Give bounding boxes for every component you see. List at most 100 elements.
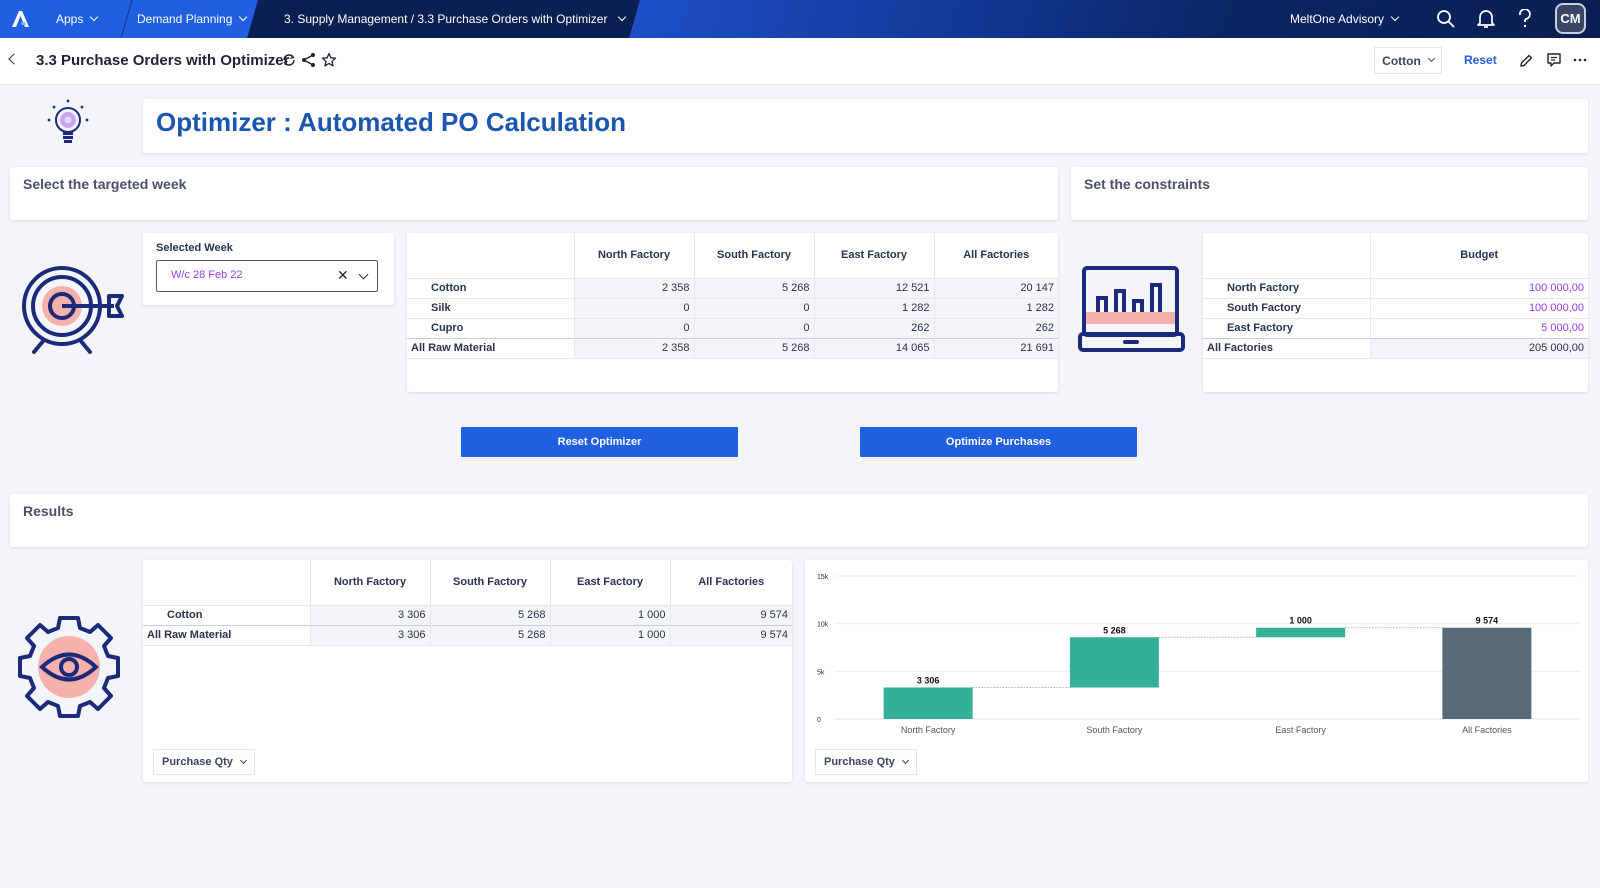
- table-cell[interactable]: 0: [573, 297, 694, 318]
- workspace-menu[interactable]: MeltOne Advisory: [1290, 0, 1400, 38]
- table-cell[interactable]: 1 282: [933, 297, 1058, 318]
- table-cell[interactable]: 3 306: [309, 624, 430, 646]
- cotton-filter-select[interactable]: Cotton: [1374, 47, 1442, 74]
- clear-icon[interactable]: ✕: [337, 267, 349, 284]
- table-cell[interactable]: 2 358: [573, 337, 694, 359]
- column-header: Budget: [1369, 233, 1588, 278]
- table-cell[interactable]: 0: [693, 317, 814, 338]
- banner-title: Optimizer : Automated PO Calculation: [156, 107, 626, 137]
- table-cell[interactable]: 3 306: [309, 604, 430, 625]
- row-label: Silk: [407, 297, 574, 318]
- selected-week-select[interactable]: W/c 28 Feb 22 ✕: [156, 260, 378, 292]
- table-row: South Factory 100 000,00: [1203, 297, 1588, 318]
- table-cell[interactable]: 21 691: [933, 337, 1058, 359]
- target-icon: [22, 266, 124, 354]
- target-week-section: Select the targeted week: [10, 167, 1058, 220]
- target-week-title: Select the targeted week: [23, 176, 187, 192]
- y-tick-label: 0: [817, 717, 821, 724]
- refresh-icon[interactable]: [281, 52, 297, 68]
- results-measure-dropdown[interactable]: Purchase Qty: [153, 749, 255, 775]
- selected-week-card: Selected Week W/c 28 Feb 22 ✕: [143, 233, 394, 305]
- table-cell[interactable]: 262: [813, 317, 934, 338]
- apps-menu[interactable]: Apps: [56, 0, 99, 38]
- chevron-down-icon: [618, 12, 627, 22]
- share-icon[interactable]: [301, 52, 317, 68]
- table-cell[interactable]: 0: [573, 317, 694, 338]
- budget-input-cell[interactable]: 100 000,00: [1369, 277, 1588, 298]
- lightbulb-gear-icon: [47, 99, 89, 143]
- bar: [1256, 627, 1346, 638]
- data-label: 3 306: [917, 675, 940, 685]
- chart-measure-dropdown[interactable]: Purchase Qty: [815, 749, 917, 775]
- row-label: All Factories: [1203, 337, 1370, 359]
- table-cell[interactable]: 12 521: [813, 277, 934, 298]
- table-row: Cupro 0 0 262 262: [407, 317, 1058, 338]
- table-cell[interactable]: 205 000,00: [1369, 337, 1588, 359]
- demand-table: North Factory South Factory East Factory…: [407, 233, 1058, 359]
- table-cell[interactable]: 5 268: [429, 624, 550, 646]
- back-chevron-icon[interactable]: [8, 53, 20, 65]
- column-header: South Factory: [693, 233, 814, 278]
- breadcrumb-menu[interactable]: 3. Supply Management / 3.3 Purchase Orde…: [284, 0, 627, 38]
- row-label: North Factory: [1203, 277, 1370, 298]
- column-header: [1203, 233, 1370, 278]
- anaplan-logo-icon[interactable]: [10, 9, 30, 29]
- column-header: North Factory: [309, 560, 430, 605]
- bar: [1069, 637, 1159, 688]
- budget-input-cell[interactable]: 100 000,00: [1369, 297, 1588, 318]
- table-cell[interactable]: 1 282: [813, 297, 934, 318]
- measure-dropdown-value: Purchase Qty: [162, 756, 233, 768]
- y-tick-label: 10k: [817, 622, 829, 629]
- help-icon[interactable]: [1518, 9, 1532, 29]
- star-icon[interactable]: [321, 52, 337, 68]
- chevron-down-icon: [1390, 12, 1400, 22]
- x-tick-label: North Factory: [901, 725, 956, 735]
- search-icon[interactable]: [1436, 9, 1456, 29]
- chevron-down-icon: [1427, 54, 1435, 63]
- table-cell[interactable]: 9 574: [669, 604, 792, 625]
- comment-icon[interactable]: [1546, 52, 1562, 68]
- table-cell[interactable]: 2 358: [573, 277, 694, 298]
- reset-optimizer-button[interactable]: Reset Optimizer: [461, 427, 738, 457]
- demand-planning-menu[interactable]: Demand Planning: [137, 0, 248, 38]
- data-label: 9 574: [1476, 616, 1499, 626]
- row-label: East Factory: [1203, 317, 1370, 338]
- bell-icon[interactable]: [1476, 8, 1496, 30]
- results-table-card: North Factory South Factory East Factory…: [143, 560, 792, 782]
- table-cell[interactable]: 5 268: [693, 277, 814, 298]
- constraints-title: Set the constraints: [1084, 176, 1211, 192]
- y-tick-label: 15k: [817, 574, 829, 581]
- table-cell[interactable]: 0: [693, 297, 814, 318]
- table-cell[interactable]: 1 000: [549, 604, 670, 625]
- gear-eye-icon: [18, 616, 120, 718]
- table-cell[interactable]: 262: [933, 317, 1058, 338]
- bar: [883, 687, 973, 719]
- chevron-down-icon[interactable]: [358, 269, 369, 280]
- page-header: 3.3 Purchase Orders with Optimizer Cotto…: [0, 38, 1600, 85]
- laptop-chart-icon: [1078, 266, 1185, 352]
- row-label: Cotton: [407, 277, 574, 298]
- selected-week-value: W/c 28 Feb 22: [171, 269, 243, 281]
- column-header: All Factories: [669, 560, 792, 605]
- column-header: [143, 560, 310, 605]
- more-options-icon[interactable]: [1572, 52, 1588, 68]
- table-cell[interactable]: 1 000: [549, 624, 670, 646]
- demand-table-card: North Factory South Factory East Factory…: [407, 233, 1058, 392]
- x-tick-label: East Factory: [1275, 725, 1326, 735]
- table-total-row: All Raw Material 3 306 5 268 1 000 9 574: [143, 624, 792, 646]
- table-cell[interactable]: 5 268: [429, 604, 550, 625]
- table-cell[interactable]: 9 574: [669, 624, 792, 646]
- user-avatar[interactable]: CM: [1555, 3, 1586, 34]
- budget-table-card: Budget North Factory 100 000,00 South Fa…: [1203, 233, 1588, 392]
- table-cell[interactable]: 20 147: [933, 277, 1058, 298]
- table-cell[interactable]: 14 065: [813, 337, 934, 359]
- measure-dropdown-value: Purchase Qty: [824, 756, 895, 768]
- edit-pencil-icon[interactable]: [1518, 53, 1534, 69]
- table-cell[interactable]: 5 268: [693, 337, 814, 359]
- reset-button[interactable]: Reset: [1464, 53, 1497, 67]
- optimize-purchases-button[interactable]: Optimize Purchases: [860, 427, 1137, 457]
- page-title: 3.3 Purchase Orders with Optimizer: [36, 52, 290, 69]
- x-tick-label: South Factory: [1086, 725, 1143, 735]
- column-header: East Factory: [549, 560, 670, 605]
- budget-input-cell[interactable]: 5 000,00: [1369, 317, 1588, 338]
